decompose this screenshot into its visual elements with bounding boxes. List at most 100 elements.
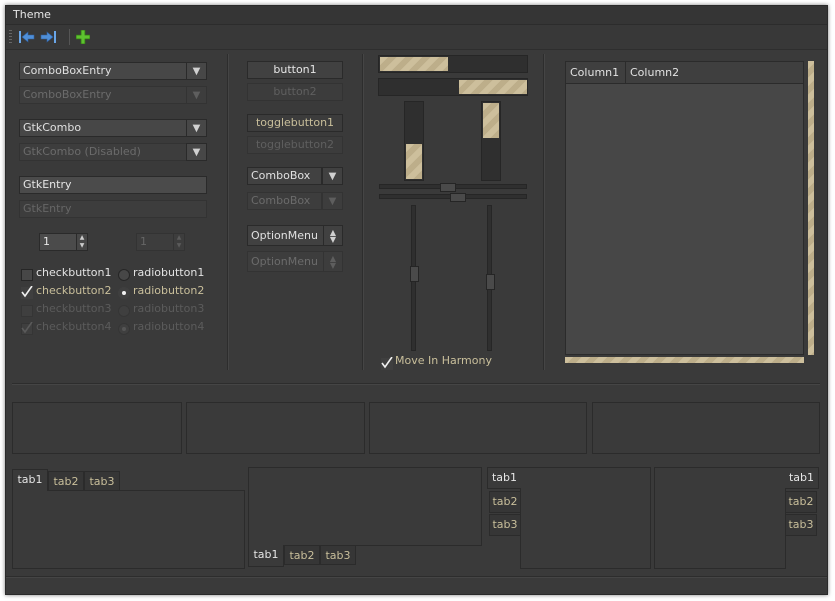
move-in-harmony-checkbox[interactable]	[381, 357, 393, 370]
gtkentry-field[interactable]: GtkEntry	[19, 176, 207, 194]
notebook3-tab1[interactable]: tab1	[487, 467, 521, 489]
notebook3-tab2[interactable]: tab2	[489, 491, 521, 513]
spin-stepper-icon[interactable]: ▲ ▼	[76, 233, 88, 251]
tree-hscrollbar[interactable]	[565, 357, 804, 363]
frame-1	[12, 402, 182, 454]
optionmenu-field[interactable]: OptionMenu	[247, 225, 324, 246]
notebook4-page	[654, 467, 786, 569]
radiobutton4-circle	[118, 323, 130, 335]
notebook4-tab3[interactable]: tab3	[785, 514, 817, 536]
vscale-2-handle[interactable]	[486, 274, 495, 290]
checkbutton2-box[interactable]	[21, 286, 33, 299]
checkbutton3-label: checkbutton3	[36, 302, 112, 315]
theme-window: Theme ComboBoxEntry ▼ ComboBoxEntry ▼ Gt…	[5, 5, 828, 595]
spinbutton-field[interactable]: 1	[39, 233, 77, 251]
progress-fill	[380, 57, 448, 71]
progress-horizontal-rtl	[378, 78, 528, 96]
togglebutton1[interactable]: togglebutton1	[247, 114, 343, 132]
menubar: Theme	[6, 6, 827, 25]
updown-arrows-icon: ▲ ▼	[323, 251, 343, 272]
add-icon[interactable]	[74, 28, 92, 46]
spin-stepper-disabled-icon: ▲ ▼	[173, 233, 185, 251]
notebook4-tab2[interactable]: tab2	[785, 491, 817, 513]
checkbutton2-label[interactable]: checkbutton2	[36, 284, 112, 297]
comboboxentry-field[interactable]: ComboBoxEntry	[19, 62, 187, 80]
notebook3-tab3[interactable]: tab3	[489, 514, 521, 536]
vscale-1-handle[interactable]	[410, 266, 419, 282]
vscale-1[interactable]	[410, 205, 419, 351]
toolbar	[6, 25, 827, 50]
updown-arrows-icon[interactable]: ▲ ▼	[323, 225, 343, 246]
chevron-down-icon: ▼	[186, 86, 207, 104]
progress-horizontal-ltr	[378, 55, 528, 73]
notebook2-tab3[interactable]: tab3	[320, 545, 356, 565]
back-arrow-icon[interactable]	[18, 28, 36, 46]
combobox-field[interactable]: ComboBox	[247, 167, 322, 185]
gtkcombo-disabled-field: GtkCombo (Disabled)	[19, 143, 187, 161]
statusbar-separator	[6, 576, 827, 577]
progress-vertical-ttb	[481, 101, 501, 181]
notebook4-tab1[interactable]: tab1	[785, 467, 819, 489]
column-separator	[543, 54, 544, 370]
spinbutton-disabled-field: 1	[136, 233, 174, 251]
notebook1-tab1[interactable]: tab1	[12, 469, 48, 491]
header-divider	[625, 62, 626, 83]
frame-4	[592, 402, 820, 454]
frame-2	[186, 402, 365, 454]
hscale-2-handle[interactable]	[450, 193, 466, 202]
notebook1-page	[12, 490, 245, 569]
checkbutton1-box[interactable]	[21, 269, 33, 281]
section-separator	[12, 383, 820, 384]
tree-column2-header[interactable]: Column2	[630, 66, 679, 79]
toolbar-separator	[69, 29, 70, 45]
radiobutton2-label[interactable]: radiobutton2	[133, 284, 204, 297]
checkbutton4-label: checkbutton4	[36, 320, 112, 333]
notebook1-tab3[interactable]: tab3	[84, 471, 120, 491]
comboboxentry-disabled-field: ComboBoxEntry	[19, 86, 187, 104]
chevron-down-icon[interactable]: ▼	[186, 119, 207, 137]
radiobutton3-label: radiobutton3	[133, 302, 205, 315]
progress-fill	[406, 144, 422, 179]
radiobutton3-circle	[118, 305, 130, 317]
chevron-down-icon: ▼	[322, 192, 343, 210]
forward-arrow-icon[interactable]	[39, 28, 57, 46]
checkbutton4-box	[21, 322, 33, 335]
checkbutton1-label[interactable]: checkbutton1	[36, 266, 112, 279]
button2-disabled: button2	[247, 83, 343, 101]
combobox-disabled-field: ComboBox	[247, 192, 322, 210]
hscale-2[interactable]	[379, 193, 527, 202]
hscale-1[interactable]	[379, 183, 527, 192]
tree-column1-header[interactable]: Column1	[570, 66, 619, 79]
tree-view[interactable]: Column1 Column2	[565, 61, 804, 355]
notebook2-tab1[interactable]: tab1	[248, 545, 284, 567]
hscale-1-handle[interactable]	[440, 183, 456, 192]
notebook2-tab2[interactable]: tab2	[284, 545, 320, 565]
radiobutton2-circle[interactable]	[118, 287, 130, 299]
chevron-down-icon: ▼	[186, 143, 207, 161]
chevron-down-icon[interactable]: ▼	[322, 167, 343, 185]
column-separator	[227, 54, 228, 370]
notebook1-tab2[interactable]: tab2	[48, 471, 84, 491]
toolbar-grip-icon[interactable]	[9, 30, 12, 44]
radiobutton1-label[interactable]: radiobutton1	[133, 266, 204, 279]
progress-fill	[483, 103, 499, 138]
gtkentry-disabled-field: GtkEntry	[19, 200, 207, 218]
progress-vertical-btt	[404, 101, 424, 181]
vscale-2[interactable]	[486, 205, 495, 351]
notebook2-page	[248, 467, 482, 546]
radiobutton4-label: radiobutton4	[133, 320, 205, 333]
column-separator	[362, 54, 363, 370]
checkbutton3-box	[21, 305, 33, 317]
button1[interactable]: button1	[247, 61, 343, 79]
optionmenu-disabled-field: OptionMenu	[247, 251, 324, 272]
radiobutton1-circle[interactable]	[118, 269, 130, 281]
togglebutton2-disabled: togglebutton2	[247, 136, 343, 154]
notebook3-page	[520, 467, 651, 569]
chevron-down-icon[interactable]: ▼	[186, 62, 207, 80]
gtkcombo-field[interactable]: GtkCombo	[19, 119, 187, 137]
tree-vscrollbar[interactable]	[808, 61, 814, 355]
move-in-harmony-label[interactable]: Move In Harmony	[395, 354, 492, 367]
frame-3	[369, 402, 587, 454]
menu-theme[interactable]: Theme	[13, 8, 51, 21]
progress-fill	[459, 80, 527, 94]
